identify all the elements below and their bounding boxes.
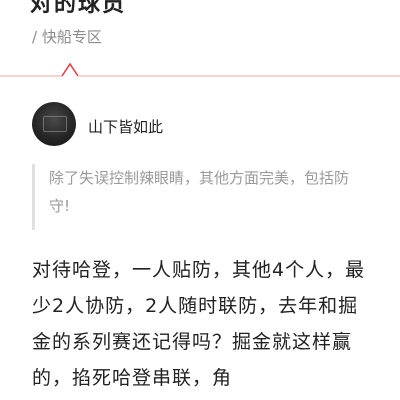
avatar-image: [43, 116, 67, 132]
reply-card: 山下皆如此 除了失误控制辣眼睛，其他方面完美，包括防守! 对待哈登，一人贴防，其…: [0, 86, 400, 400]
post-header: 对的球员 / 快船专区: [0, 0, 400, 64]
card-separator: [0, 62, 400, 77]
quoted-reply[interactable]: 除了失误控制辣眼睛，其他方面完美，包括防守!: [32, 164, 368, 230]
post-title[interactable]: 对的球员: [30, 0, 126, 18]
forum-tag[interactable]: / 快船专区: [32, 26, 102, 47]
username[interactable]: 山下皆如此: [88, 116, 163, 137]
user-avatar[interactable]: [32, 102, 76, 146]
reply-page: 对的球员 / 快船专区 山下皆如此 除了失误控制辣眼睛，其他方面完美，包括防守!…: [0, 0, 400, 400]
separator-notch: [61, 62, 79, 77]
reply-body: 对待哈登，一人贴防，其他4个人，最少2人协防，2人随时联防，去年和掘金的系列赛还…: [32, 259, 366, 389]
